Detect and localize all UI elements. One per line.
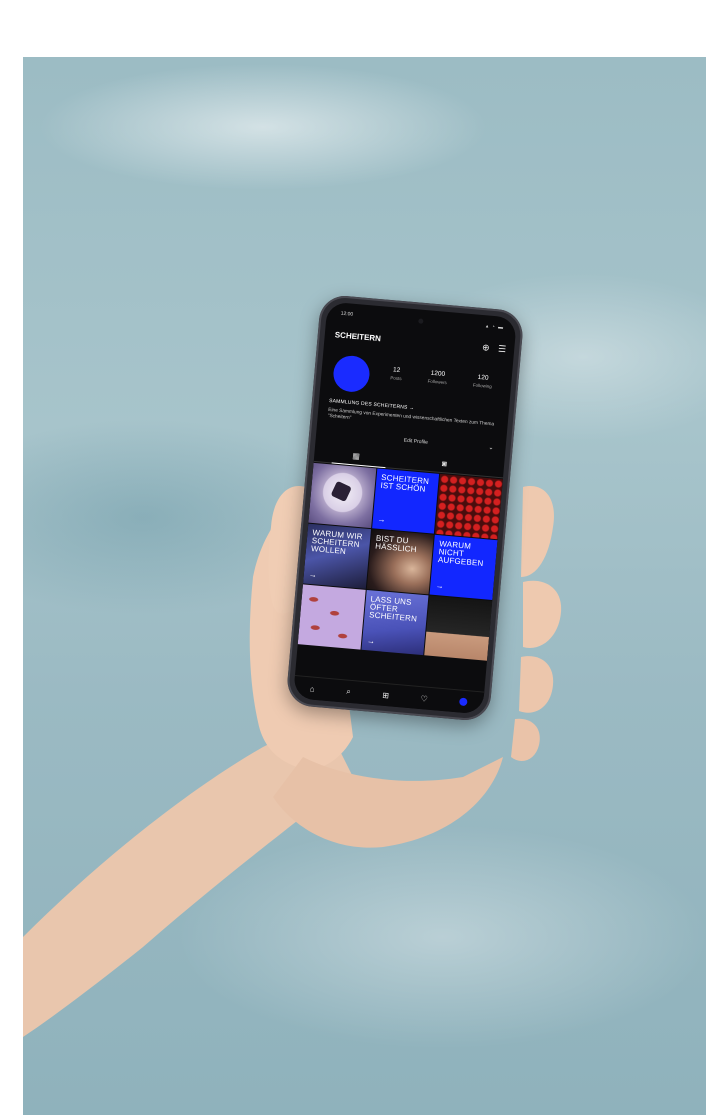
post-caption: SCHEITERN IST SCHÖN [380, 472, 430, 494]
grid-icon[interactable]: ▦ [352, 451, 360, 461]
tagged-icon[interactable]: ◙ [442, 459, 448, 468]
stat-label: Following [472, 382, 493, 390]
grid-post[interactable] [308, 462, 377, 529]
chevron-down-icon[interactable]: ⌄ [488, 444, 494, 451]
add-icon[interactable]: ⊕ [482, 342, 490, 353]
stat-posts[interactable]: 12 Posts [389, 366, 402, 393]
search-icon[interactable]: ⌕ [346, 687, 351, 697]
grid-post[interactable] [435, 473, 503, 540]
stat-value: 1200 [430, 369, 446, 378]
grid-post[interactable]: WARUM WIR SCHEITERN WOLLEN → [303, 523, 371, 589]
profile-header: SCHEITERN ⊕ ☰ [334, 330, 507, 359]
grid-post[interactable]: LASS UNS ÖFTER SCHEITERN → [361, 589, 429, 656]
stat-followers[interactable]: 1200 Followers [426, 370, 447, 398]
stat-label: Followers [427, 378, 448, 386]
stat-following[interactable]: 120 Following [472, 373, 493, 401]
home-icon[interactable]: ⌂ [309, 684, 315, 693]
post-grid: SCHEITERN IST SCHÖN → WARUM WIR SCHEITER… [297, 462, 503, 661]
status-icons: ▴ ◔ ▬ [485, 323, 505, 331]
grid-post[interactable]: WARUM NICHT AUFGEBEN → [429, 534, 498, 600]
stat-value: 12 [392, 366, 401, 375]
profile-stats: 12 Posts 1200 Followers 120 Following [376, 365, 506, 402]
post-caption: BIST DU HÄSSLICH [374, 533, 418, 555]
post-caption: WARUM WIR SCHEITERN WOLLEN [310, 528, 364, 557]
username: SCHEITERN [334, 330, 382, 344]
grid-post[interactable]: SCHEITERN IST SCHÖN → [371, 468, 440, 534]
arrow-icon: → [377, 514, 386, 525]
header-actions: ⊕ ☰ [476, 342, 507, 356]
smartphone: 12:00 ▴ ◔ ▬ SCHEITERN ⊕ ☰ 12 Posts 1200 … [285, 293, 525, 723]
phone-screen: 12:00 ▴ ◔ ▬ SCHEITERN ⊕ ☰ 12 Posts 1200 … [293, 301, 517, 715]
menu-icon[interactable]: ☰ [498, 344, 507, 355]
stat-label: Posts [390, 375, 402, 382]
post-caption: LASS UNS ÖFTER SCHEITERN [368, 594, 418, 624]
avatar[interactable] [331, 354, 371, 394]
post-caption: WARUM NICHT AUFGEBEN [437, 539, 484, 569]
arrow-icon: → [366, 636, 376, 646]
grid-post[interactable] [297, 584, 366, 650]
create-icon[interactable]: ⊞ [382, 690, 389, 700]
stat-value: 120 [477, 373, 489, 382]
grid-post[interactable] [424, 595, 493, 661]
heart-icon[interactable]: ♡ [420, 694, 428, 704]
arrow-icon: → [308, 569, 318, 580]
edit-profile-button[interactable]: Edit Profile [376, 435, 456, 448]
profile-avatar-icon[interactable] [459, 697, 468, 707]
grid-post[interactable]: BIST DU HÄSSLICH [366, 529, 435, 595]
arrow-icon: → [435, 580, 445, 591]
status-time: 12:00 [340, 310, 354, 318]
